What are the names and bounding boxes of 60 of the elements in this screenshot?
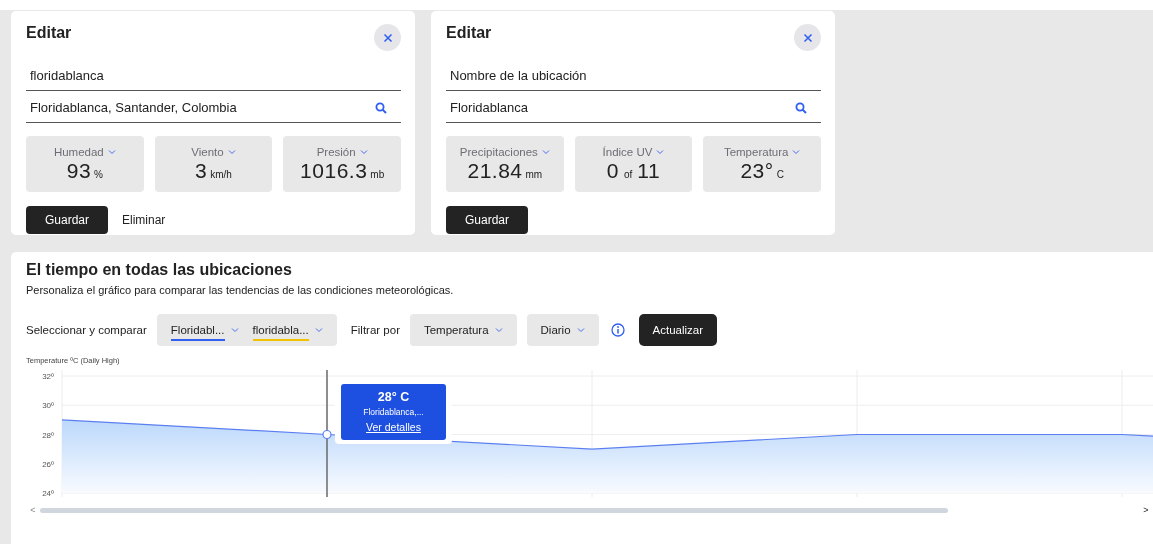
card-title: Editar [26, 23, 72, 42]
filter-dropdown[interactable]: Diario [526, 314, 599, 346]
update-button[interactable]: Actualizar [638, 314, 718, 346]
close-icon[interactable] [802, 32, 813, 43]
y-tick-label: 30º [42, 401, 54, 411]
location-dropdown[interactable]: floridabla... [252, 319, 323, 341]
name-field[interactable]: floridablanca [26, 61, 401, 91]
details-link[interactable]: Ver detalles [366, 421, 421, 433]
metric-value: 93% [66, 159, 103, 183]
y-tick-label: 26º [42, 459, 54, 469]
chevron-icon [541, 149, 550, 155]
y-tick-label: 24º [42, 489, 54, 498]
filter-dropdown[interactable]: Temperatura [409, 314, 517, 346]
filter-label: Filtrar por [350, 324, 400, 336]
chevron-icon [230, 327, 239, 333]
scroll-left-button[interactable]: < [26, 505, 40, 515]
search-field[interactable]: Floridablanca [446, 93, 821, 123]
metric-value: 3 km/h [195, 159, 232, 183]
search-field[interactable]: Floridablanca, Santander, Colombia [26, 93, 401, 123]
tooltip-location: Floridablanca,... [362, 407, 425, 417]
metric-value: 0 of 11 [606, 159, 661, 183]
chevron-icon [314, 327, 323, 333]
y-tick-label: 28º [42, 430, 54, 440]
metric-label[interactable]: Presión [316, 146, 356, 158]
close-button[interactable] [794, 24, 821, 51]
search-icon[interactable] [375, 102, 387, 114]
metric-label[interactable]: Temperatura [723, 146, 789, 158]
metric-label[interactable]: Precipitaciones [459, 146, 538, 158]
metric-label[interactable]: Viento [191, 146, 224, 158]
scroll-right-button[interactable]: > [1139, 505, 1153, 515]
section-title: El tiempo en todas las ubicaciones [26, 261, 293, 279]
close-button[interactable] [374, 24, 401, 51]
scrollbar-thumb[interactable] [40, 507, 948, 513]
location-dropdown[interactable]: Floridabl... [170, 319, 239, 341]
metric-value: 21.84 mm [467, 159, 543, 183]
metric-label[interactable]: Humedad [53, 146, 104, 158]
chevron-icon [576, 327, 585, 333]
save-button[interactable]: Guardar [26, 206, 108, 234]
chevron-icon [359, 149, 368, 155]
point-marker[interactable] [322, 429, 332, 440]
metric-value: 1016.3 mb [300, 159, 385, 183]
metric-label[interactable]: Índice UV [602, 146, 653, 158]
compare-label: Seleccionar y comparar [26, 324, 147, 336]
info-icon[interactable] [610, 323, 625, 337]
chevron-icon [656, 149, 665, 155]
search-icon[interactable] [795, 102, 807, 114]
save-button[interactable]: Guardar [446, 206, 528, 234]
delete-button[interactable]: Eliminar [114, 206, 174, 234]
card-title: Editar [446, 23, 492, 42]
chevron-icon [107, 149, 116, 155]
cursor-line[interactable] [326, 369, 328, 498]
metric-value: 23°C [740, 159, 784, 183]
close-icon[interactable] [382, 32, 393, 43]
tooltip-reading: 28° C [376, 390, 411, 404]
chevron-icon [227, 149, 236, 155]
chevron-icon [792, 149, 801, 155]
name-field[interactable]: Nombre de la ubicación [446, 61, 821, 91]
chevron-icon [494, 327, 503, 333]
y-tick-label: 32º [42, 372, 54, 381]
section-subtitle: Personaliza el gráfico para comparar las tendencias de las condiciones meteorológicas. [26, 284, 455, 296]
